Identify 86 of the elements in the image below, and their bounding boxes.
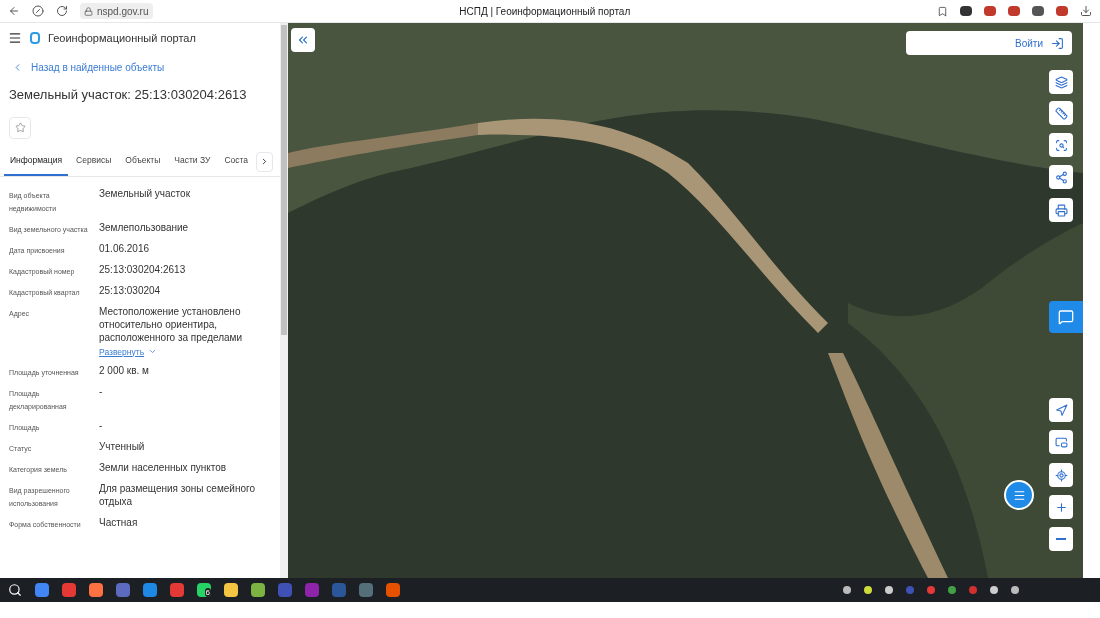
page-title: НСПД | Геоинформационный портал — [458, 4, 632, 19]
tab[interactable]: Объекты — [119, 147, 167, 176]
ruler-icon — [1054, 106, 1068, 120]
taskbar-app-icon[interactable] — [35, 583, 49, 597]
download-icon[interactable] — [1080, 5, 1092, 17]
share-button[interactable] — [1049, 165, 1073, 189]
taskbar-app-icon[interactable] — [224, 583, 238, 597]
taskbar-app-icon[interactable]: 6 — [197, 583, 211, 597]
address-bar[interactable]: nspd.gov.ru — [80, 3, 153, 19]
taskbar-app-icon[interactable] — [62, 583, 76, 597]
tab[interactable]: Информация — [4, 147, 69, 176]
field-value: Частная — [99, 516, 139, 530]
tab[interactable]: Соста — [218, 147, 255, 176]
zoom-in-button[interactable] — [1049, 495, 1073, 519]
back-icon[interactable] — [8, 5, 20, 17]
taskbar-app-icon[interactable] — [359, 583, 373, 597]
satellite-map[interactable]: Войти — [288, 23, 1083, 578]
collapse-panel-button[interactable] — [291, 28, 315, 52]
expand-link[interactable]: Развернуть — [99, 345, 271, 359]
extension-icon[interactable] — [984, 6, 996, 16]
search-icon[interactable] — [8, 583, 22, 597]
tray-icon[interactable] — [864, 586, 872, 594]
field-value: Учтенный — [99, 440, 146, 454]
scrollbar-thumb[interactable] — [281, 25, 287, 335]
lines-icon — [1012, 488, 1026, 502]
field-value: Для размещения зоны семейного отдыха — [99, 482, 256, 509]
scan-button[interactable] — [1049, 133, 1073, 157]
extension-icon[interactable] — [1056, 6, 1068, 16]
feedback-tab[interactable] — [1049, 301, 1083, 333]
field-value: 25:13:030204:2613 — [99, 262, 187, 276]
double-chevron-left-icon — [296, 33, 310, 47]
tray-icon[interactable] — [948, 586, 956, 594]
portal-title: Геоинформационный портал — [48, 30, 196, 46]
field-value: 25:13:030204 — [99, 283, 162, 297]
chat-icon — [1058, 309, 1074, 325]
star-icon — [14, 122, 26, 133]
tray-icon[interactable] — [843, 586, 851, 594]
field-value: - — [99, 385, 104, 399]
print-button[interactable] — [1049, 198, 1073, 222]
taskbar-app-icon[interactable] — [251, 583, 265, 597]
zoom-in-icon — [1054, 500, 1068, 514]
layers-icon — [1054, 75, 1068, 89]
field-value: 2 000 кв. м — [99, 364, 150, 378]
bookmark-icon[interactable] — [937, 5, 948, 17]
back-link[interactable]: Назад в найденные объекты — [0, 57, 280, 77]
extension-icon[interactable] — [1008, 6, 1020, 16]
field-value: Землепользование — [99, 220, 190, 234]
field-value: Земельный участок — [99, 186, 191, 200]
navigate-icon — [1054, 403, 1068, 417]
login-button[interactable]: Войти — [906, 31, 1072, 55]
reload-icon[interactable] — [56, 5, 68, 17]
tab[interactable]: Сервисы — [70, 147, 118, 176]
tray-icon[interactable] — [990, 586, 998, 594]
menu-icon[interactable] — [8, 31, 22, 45]
minimap-button[interactable] — [1049, 430, 1073, 454]
field-value: - — [99, 419, 104, 433]
tray-icon[interactable] — [885, 586, 893, 594]
minus-icon — [1056, 538, 1066, 540]
extension-icon[interactable] — [960, 6, 972, 16]
layers-button[interactable] — [1049, 70, 1073, 94]
portal-logo-icon — [30, 32, 40, 44]
print-icon — [1054, 203, 1068, 217]
taskbar-app-icon[interactable] — [116, 583, 130, 597]
object-title: Земельный участок: 25:13:030204:2613 — [8, 86, 248, 104]
minimap-icon — [1054, 435, 1068, 449]
taskbar-app-icon[interactable] — [89, 583, 103, 597]
tab[interactable]: Части ЗУ — [168, 147, 217, 176]
stop-icon[interactable] — [32, 5, 44, 17]
field-value: Земли населенных пунктов — [99, 461, 228, 475]
extension-icon[interactable] — [1032, 6, 1044, 16]
ruler-button[interactable] — [1049, 101, 1073, 125]
taskbar-app-icon[interactable] — [170, 583, 184, 597]
tray-icon[interactable] — [1011, 586, 1019, 594]
locate-button[interactable] — [1049, 463, 1073, 487]
field-value: 01.06.2016 — [99, 241, 151, 255]
taskbar-app-icon[interactable] — [143, 583, 157, 597]
scan-icon — [1054, 138, 1068, 152]
field-value: Местоположение установлено относительно ориентира, расположенного за пределами — [99, 304, 244, 344]
login-icon — [1051, 36, 1064, 50]
locate-icon — [1054, 468, 1068, 482]
share-icon — [1054, 170, 1068, 184]
lock-icon — [84, 6, 93, 16]
notification-badge: 6 — [204, 588, 211, 597]
zoom-out-button[interactable] — [1049, 527, 1073, 551]
navigate-button[interactable] — [1049, 398, 1073, 422]
taskbar-app-icon[interactable] — [386, 583, 400, 597]
